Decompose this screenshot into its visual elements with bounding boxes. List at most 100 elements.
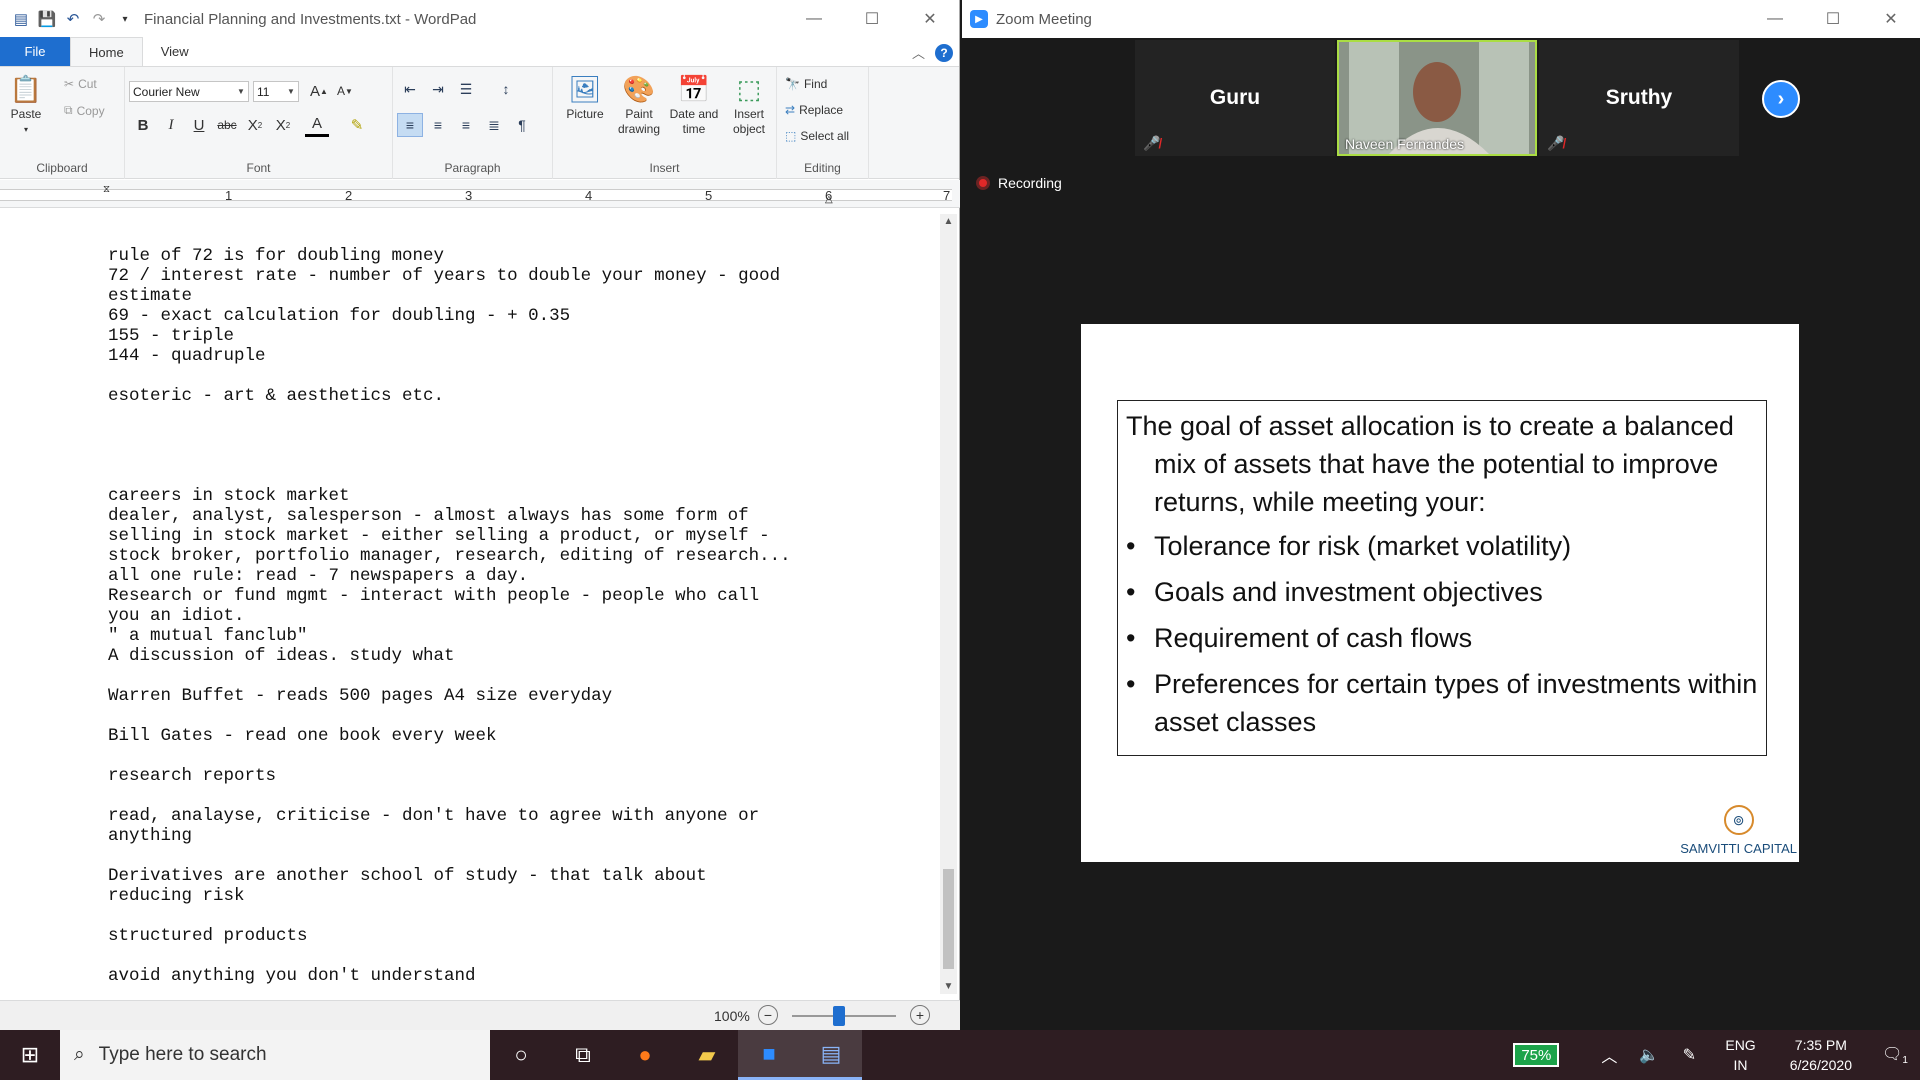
- strikethrough-button[interactable]: abc: [215, 113, 239, 137]
- show-hidden-icons-icon[interactable]: ︿: [1589, 1043, 1629, 1067]
- zoom-slider-thumb[interactable]: [832, 1006, 845, 1026]
- grow-font-icon[interactable]: A ▲: [307, 79, 331, 103]
- task-view-icon[interactable]: ⧉: [552, 1030, 614, 1080]
- zoom-window: ▶ Zoom Meeting — ☐ ✕ Guru 🎤̸ Naveen Fern…: [962, 0, 1920, 1030]
- redo-icon[interactable]: ↷: [86, 6, 112, 32]
- firefox-icon[interactable]: ●: [614, 1030, 676, 1080]
- maximize-button[interactable]: ☐: [843, 0, 901, 38]
- pen-workspace-icon[interactable]: ✎: [1669, 1045, 1709, 1065]
- save-icon[interactable]: 💾: [34, 6, 60, 32]
- highlight-icon[interactable]: ✎: [345, 113, 369, 137]
- undo-icon[interactable]: ↶: [60, 6, 86, 32]
- language-indicator[interactable]: ENG IN: [1725, 1035, 1755, 1075]
- ruler-number: 4: [585, 188, 593, 203]
- underline-button[interactable]: U: [187, 113, 211, 137]
- paste-button[interactable]: 📋 Paste ▾: [10, 73, 42, 137]
- clock[interactable]: 7:35 PM 6/26/2020: [1790, 1035, 1852, 1075]
- align-center-icon[interactable]: ≡: [425, 113, 451, 137]
- document-text[interactable]: rule of 72 is for doubling money 72 / in…: [108, 246, 791, 986]
- participant-tile[interactable]: Sruthy 🎤̸: [1539, 40, 1739, 156]
- picture-icon: 🖼: [568, 73, 602, 104]
- right-indent-marker[interactable]: △: [825, 194, 833, 205]
- copy-button[interactable]: ⧉ Copy: [64, 103, 105, 118]
- taskbar-search[interactable]: ⌕ Type here to search: [60, 1030, 490, 1080]
- font-group: Courier New ▼ 11 ▼ A ▲ A ▼ B I U abc X2 X2 A…: [125, 67, 393, 179]
- subscript-button[interactable]: X2: [243, 113, 267, 137]
- left-indent-marker[interactable]: ⧖: [103, 184, 110, 195]
- find-button[interactable]: 🔭 Find: [785, 77, 827, 91]
- brand-emblem-icon: ⊚: [1723, 805, 1754, 835]
- battery-indicator[interactable]: 75%: [1513, 1043, 1560, 1067]
- wordpad-titlebar: ▤ 💾 ↶ ↷ ▾ Financial Planning and Investm…: [0, 0, 959, 38]
- italic-button[interactable]: I: [159, 113, 183, 137]
- justify-icon[interactable]: ≣: [481, 113, 507, 137]
- cut-button[interactable]: ✂ Cut: [64, 77, 97, 91]
- close-button[interactable]: ✕: [1862, 0, 1920, 38]
- paint-drawing-button[interactable]: 🎨 Paint drawing: [613, 73, 665, 137]
- slide-bullet: Requirement of cash flows: [1126, 619, 1758, 657]
- wordpad-app-icon[interactable]: ▤: [8, 6, 34, 32]
- system-tray: 75% ︿ 🔈 ✎ ENG IN 7:35 PM 6/26/2020 🗨1: [1513, 1030, 1920, 1080]
- next-participants-button[interactable]: ›: [1762, 80, 1800, 118]
- zoom-out-button[interactable]: −: [758, 1005, 778, 1025]
- calendar-icon: 📅: [677, 73, 711, 104]
- picture-button[interactable]: 🖼 Picture: [559, 73, 611, 122]
- minimize-button[interactable]: —: [785, 0, 843, 38]
- close-button[interactable]: ✕: [901, 0, 959, 38]
- decrease-indent-icon[interactable]: ⇤: [397, 77, 423, 101]
- tab-view[interactable]: View: [143, 37, 207, 66]
- font-size-select[interactable]: 11 ▼: [253, 81, 299, 102]
- collapse-ribbon-icon[interactable]: ︿: [912, 43, 925, 62]
- participant-tile[interactable]: Guru 🎤̸: [1135, 40, 1335, 156]
- slide-bullet: Goals and investment objectives: [1126, 573, 1758, 611]
- slide-bullet-list: Tolerance for risk (market volatility) G…: [1126, 527, 1758, 741]
- vertical-scrollbar[interactable]: ▲ ▼: [940, 214, 957, 994]
- clipboard-label: Clipboard: [36, 161, 88, 175]
- paragraph-label: Paragraph: [444, 161, 501, 175]
- shared-slide: The goal of asset allocation is to creat…: [1081, 324, 1799, 862]
- ruler-number: 5: [705, 188, 713, 203]
- clipboard-group: 📋 Paste ▾ ✂ Cut ⧉ Copy Clipboard: [0, 67, 125, 179]
- zoom-in-button[interactable]: +: [910, 1005, 930, 1025]
- minimize-button[interactable]: —: [1746, 0, 1804, 38]
- search-icon: ⌕: [74, 1044, 85, 1065]
- tab-file[interactable]: File: [0, 37, 70, 66]
- align-right-icon[interactable]: ≡: [453, 113, 479, 137]
- bullets-icon[interactable]: ☰: [453, 77, 479, 101]
- date-time-button[interactable]: 📅 Date and time: [667, 73, 721, 137]
- tab-home[interactable]: Home: [70, 37, 143, 66]
- scroll-up-icon[interactable]: ▲: [940, 216, 957, 227]
- align-left-icon[interactable]: ≡: [397, 113, 423, 137]
- cortana-icon[interactable]: ○: [490, 1030, 552, 1080]
- ruler[interactable]: 1 2 3 4 5 6 7 ⧖ △: [0, 180, 960, 208]
- replace-button[interactable]: ⇄ Replace: [785, 103, 843, 117]
- taskbar: ⊞ ⌕ Type here to search ○ ⧉ ● ▰ ■ ▤ 75% …: [0, 1030, 1920, 1080]
- scroll-down-icon[interactable]: ▼: [940, 981, 957, 992]
- participant-video-tile[interactable]: Naveen Fernandes: [1337, 40, 1537, 156]
- text-color-button[interactable]: A: [305, 113, 329, 137]
- notification-icon[interactable]: 🗨1: [1870, 1044, 1920, 1066]
- line-spacing-icon[interactable]: ↕: [493, 77, 519, 101]
- bold-button[interactable]: B: [131, 113, 155, 137]
- shrink-font-icon[interactable]: A ▼: [333, 79, 357, 103]
- recording-indicator[interactable]: Recording: [976, 175, 1062, 191]
- paragraph-settings-icon[interactable]: ¶: [509, 113, 535, 137]
- scrollbar-thumb[interactable]: [943, 869, 954, 969]
- maximize-button[interactable]: ☐: [1804, 0, 1862, 38]
- document-area[interactable]: rule of 72 is for doubling money 72 / in…: [0, 214, 942, 994]
- windows-start-icon[interactable]: ⊞: [0, 1030, 60, 1080]
- select-all-button[interactable]: ⬚ Select all: [785, 129, 849, 143]
- ruler-number: 3: [465, 188, 473, 203]
- superscript-button[interactable]: X2: [271, 113, 295, 137]
- wordpad-taskbar-icon[interactable]: ▤: [800, 1030, 862, 1080]
- volume-icon[interactable]: 🔈: [1629, 1045, 1669, 1065]
- ruler-number: 2: [345, 188, 353, 203]
- increase-indent-icon[interactable]: ⇥: [425, 77, 451, 101]
- file-explorer-icon[interactable]: ▰: [676, 1030, 738, 1080]
- help-icon[interactable]: ?: [935, 43, 953, 62]
- font-family-select[interactable]: Courier New ▼: [129, 81, 249, 102]
- customize-qat-icon[interactable]: ▾: [112, 6, 138, 32]
- insert-object-button[interactable]: ⬚ Insert object: [723, 73, 775, 137]
- zoom-taskbar-icon[interactable]: ■: [738, 1030, 800, 1080]
- insert-group: 🖼 Picture 🎨 Paint drawing 📅 Date and tim…: [553, 67, 777, 179]
